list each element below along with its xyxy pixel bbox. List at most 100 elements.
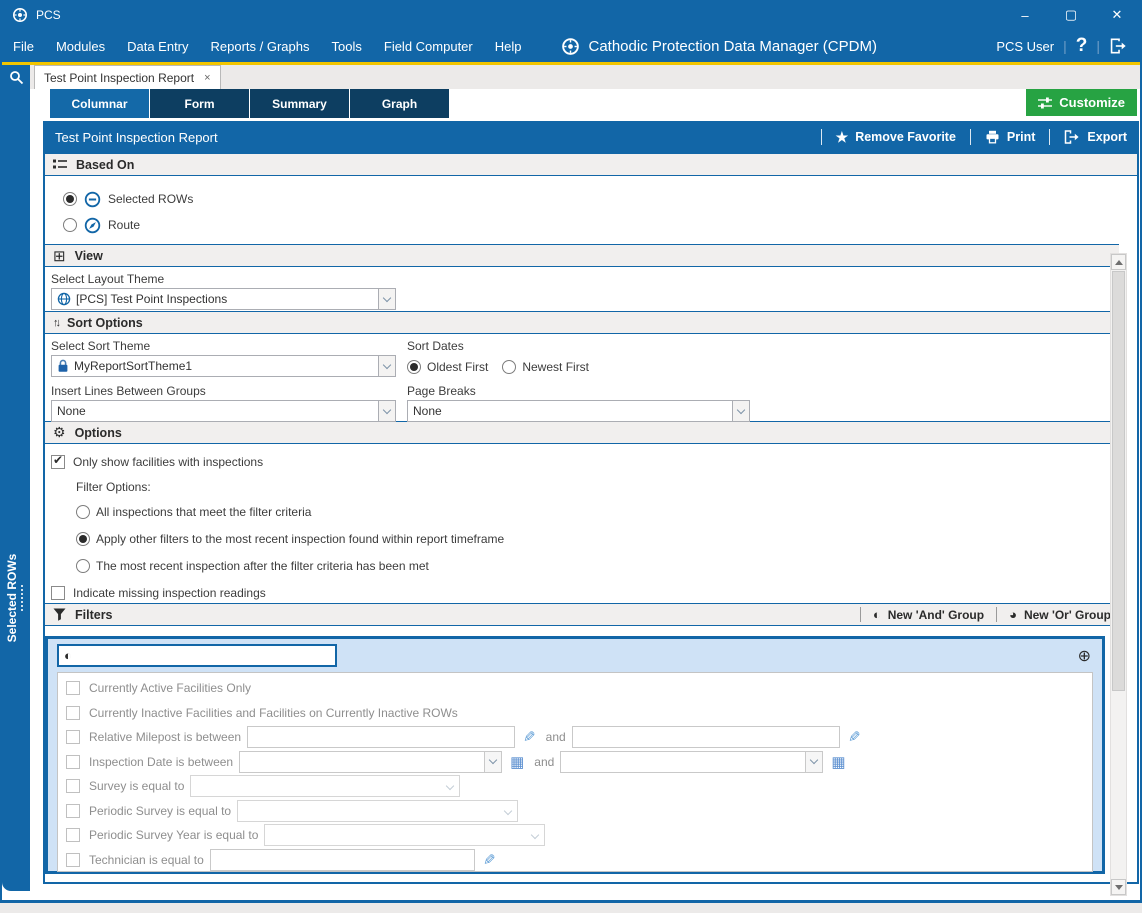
menu-item-data-entry[interactable]: Data Entry	[116, 30, 199, 62]
radio[interactable]	[76, 531, 90, 546]
chevron-down-icon[interactable]	[732, 401, 749, 421]
sort-theme-value: MyReportSortTheme1	[74, 359, 193, 373]
menu-item-modules[interactable]: Modules	[45, 30, 116, 62]
sort-dates-option-newest-first[interactable]: Newest First	[502, 355, 589, 379]
checkbox[interactable]	[66, 730, 80, 745]
layout-theme-select[interactable]: [PCS] Test Point Inspections	[51, 288, 396, 310]
minimize-button[interactable]: –	[1002, 0, 1048, 30]
chevron-down-icon[interactable]	[378, 289, 395, 309]
tab-form[interactable]: Form	[150, 89, 249, 118]
pencil-icon[interactable]	[523, 728, 536, 746]
calendar-icon[interactable]	[510, 753, 524, 771]
filter-label: Technician is equal to	[89, 852, 204, 867]
export-button[interactable]: Export	[1064, 130, 1127, 144]
filter-option-radio[interactable]: All inspections that meet the filter cri…	[76, 498, 1113, 525]
pcs-logo-icon	[12, 7, 28, 23]
chevron-down-icon[interactable]	[805, 751, 823, 772]
filter-text-input[interactable]	[247, 726, 516, 749]
customize-button[interactable]: Customize	[1026, 89, 1137, 116]
chevron-down-icon[interactable]	[378, 401, 395, 421]
menu-bar: File Modules Data Entry Reports / Graphs Too…	[2, 30, 1140, 62]
filter-date-select[interactable]	[239, 750, 503, 773]
section-view[interactable]: View	[45, 244, 1119, 267]
sort-theme-select[interactable]: MyReportSortTheme1	[51, 355, 396, 377]
section-sort-options[interactable]: Sort Options	[45, 311, 1119, 334]
radio[interactable]	[63, 192, 77, 206]
menu-item-file[interactable]: File	[2, 30, 45, 62]
filter-text-input[interactable]	[209, 848, 475, 871]
tab-columnar[interactable]: Columnar	[50, 89, 149, 118]
checkbox[interactable]	[66, 779, 80, 794]
funnel-icon	[53, 608, 66, 621]
section-title: Based On	[76, 157, 135, 172]
radio[interactable]	[407, 360, 421, 374]
and-group-icon	[64, 647, 72, 665]
logout-icon[interactable]	[1109, 38, 1128, 54]
scroll-up-button[interactable]	[1111, 254, 1126, 270]
tab-graph[interactable]: Graph	[350, 89, 449, 118]
menu-item-field-computer[interactable]: Field Computer	[373, 30, 484, 62]
new-and-group-button[interactable]: New 'And' Group	[873, 607, 984, 622]
selected-rows-sidebar[interactable]: Selected ROWs	[2, 89, 30, 891]
radio[interactable]	[76, 504, 90, 519]
close-button[interactable]: ✕	[1094, 0, 1140, 30]
checkbox[interactable]	[66, 754, 80, 769]
radio[interactable]	[502, 360, 517, 374]
filter-date-select[interactable]	[560, 750, 824, 773]
pencil-icon[interactable]	[483, 851, 496, 869]
calendar-icon[interactable]	[831, 753, 845, 771]
scroll-down-button[interactable]	[1111, 879, 1126, 895]
filter-select[interactable]	[264, 824, 546, 847]
menu-item-help[interactable]: Help	[484, 30, 533, 62]
insert-lines-select[interactable]: None	[51, 400, 396, 422]
menu-item-tools[interactable]: Tools	[321, 30, 373, 62]
checkbox[interactable]	[66, 681, 80, 696]
separator	[1049, 129, 1051, 145]
filter-option-radio[interactable]: The most recent inspection after the fil…	[76, 552, 1113, 579]
checkbox[interactable]	[66, 803, 80, 818]
filter-text-input[interactable]	[571, 726, 840, 749]
filter-group-name-input[interactable]	[57, 644, 337, 667]
tab-test-point-inspection-report[interactable]: Test Point Inspection Report ×	[34, 65, 221, 89]
sort-dates-option-oldest-first[interactable]: Oldest First	[407, 355, 488, 379]
filter-select[interactable]	[190, 775, 461, 798]
scrollbar-thumb[interactable]	[1112, 271, 1125, 691]
print-button[interactable]: Print	[985, 130, 1035, 144]
plus-circle-icon[interactable]	[1078, 646, 1091, 666]
page-breaks-select[interactable]: None	[407, 400, 750, 422]
section-options[interactable]: Options	[45, 421, 1119, 444]
search-icon[interactable]	[2, 65, 30, 89]
chevron-down-icon[interactable]	[378, 356, 395, 376]
menu-item-reports-graphs[interactable]: Reports / Graphs	[200, 30, 321, 62]
pencil-icon[interactable]	[848, 728, 861, 746]
radio[interactable]	[76, 558, 90, 573]
section-title: Options	[74, 425, 122, 440]
based-on-option-route[interactable]: Route	[51, 212, 1131, 238]
or-group-icon	[1009, 607, 1017, 622]
checkbox[interactable]	[51, 586, 65, 600]
chevron-down-icon	[446, 782, 455, 791]
maximize-button[interactable]: ▢	[1048, 0, 1094, 30]
checkbox[interactable]	[66, 852, 80, 867]
vertical-scrollbar[interactable]	[1110, 253, 1127, 896]
user-label[interactable]: PCS User	[996, 39, 1054, 54]
filter-select[interactable]	[237, 799, 519, 822]
remove-favorite-button[interactable]: Remove Favorite	[836, 129, 956, 146]
help-button[interactable]: ?	[1076, 35, 1088, 57]
new-or-group-button[interactable]: New 'Or' Group	[1009, 607, 1111, 622]
radio[interactable]	[63, 218, 77, 232]
tab-close-icon[interactable]: ×	[204, 72, 210, 84]
tab-strip: Test Point Inspection Report ×	[2, 65, 1140, 89]
checkbox[interactable]	[66, 828, 80, 843]
filter-option-radio[interactable]: Apply other filters to the most recent i…	[76, 525, 1113, 552]
only-show-checkbox-row[interactable]: Only show facilities with inspections	[51, 450, 1113, 474]
based-on-option-selected-rows[interactable]: Selected ROWs	[51, 186, 1131, 212]
tab-summary[interactable]: Summary	[250, 89, 349, 118]
option-label: Route	[108, 218, 141, 232]
checkbox[interactable]	[66, 705, 80, 720]
chevron-down-icon[interactable]	[484, 751, 502, 772]
checkbox[interactable]	[51, 453, 65, 469]
indicate-missing-checkbox-row[interactable]: Indicate missing inspection readings	[51, 581, 1113, 605]
section-based-on[interactable]: Based On	[45, 153, 1137, 176]
section-filters[interactable]: Filters New 'And' Group New 'Or' Group	[45, 603, 1119, 626]
